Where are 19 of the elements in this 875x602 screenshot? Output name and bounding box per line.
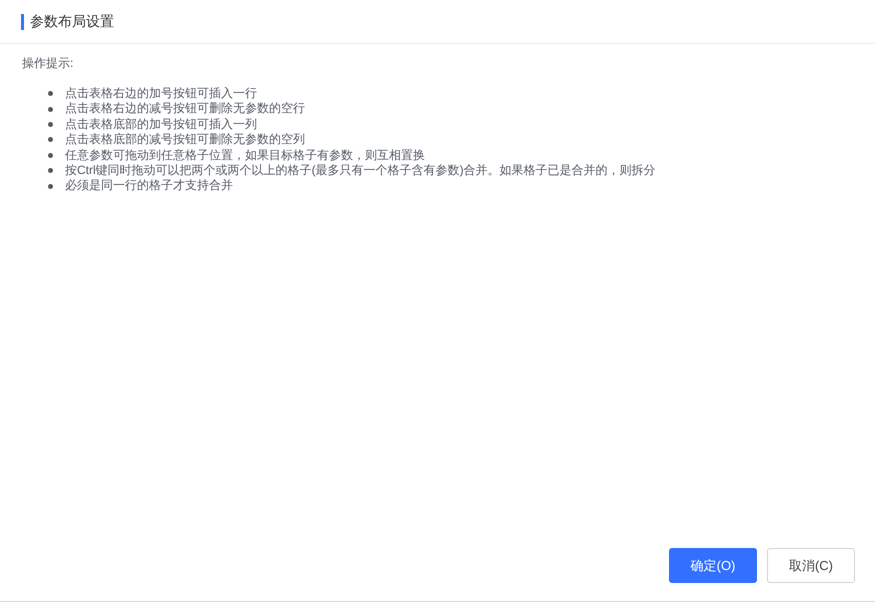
- bullet-icon: [48, 91, 53, 96]
- dialog-title: 参数布局设置: [30, 12, 114, 31]
- hint-heading: 操作提示:: [22, 56, 74, 71]
- hint-text: 按Ctrl键同时拖动可以把两个或两个以上的格子(最多只有一个格子含有参数)合并。如果格子已是合并的，则拆分: [65, 163, 656, 178]
- bullet-icon: [48, 137, 53, 142]
- hint-text: 点击表格底部的减号按钮可删除无参数的空列: [65, 132, 305, 148]
- bullet-icon: [48, 106, 53, 112]
- hint-text: 点击表格右边的加号按钮可插入一行: [65, 86, 257, 102]
- bullet-icon: [48, 184, 53, 189]
- bullet-icon: [48, 122, 53, 128]
- confirm-button[interactable]: 确定(O): [669, 548, 757, 583]
- hint-text: 任意参数可拖动到任意格子位置，如果目标格子有参数，则互相置换: [65, 148, 425, 164]
- title-accent-bar: [21, 14, 24, 30]
- bullet-icon: [48, 152, 53, 158]
- bullet-icon: [48, 168, 53, 174]
- hint-text: 点击表格底部的加号按钮可插入一列: [65, 116, 257, 132]
- hint-text: 必须是同一行的格子才支持合并: [65, 178, 233, 194]
- hint-text: 点击表格右边的减号按钮可删除无参数的空行: [65, 101, 305, 117]
- cancel-button[interactable]: 取消(C): [767, 548, 855, 583]
